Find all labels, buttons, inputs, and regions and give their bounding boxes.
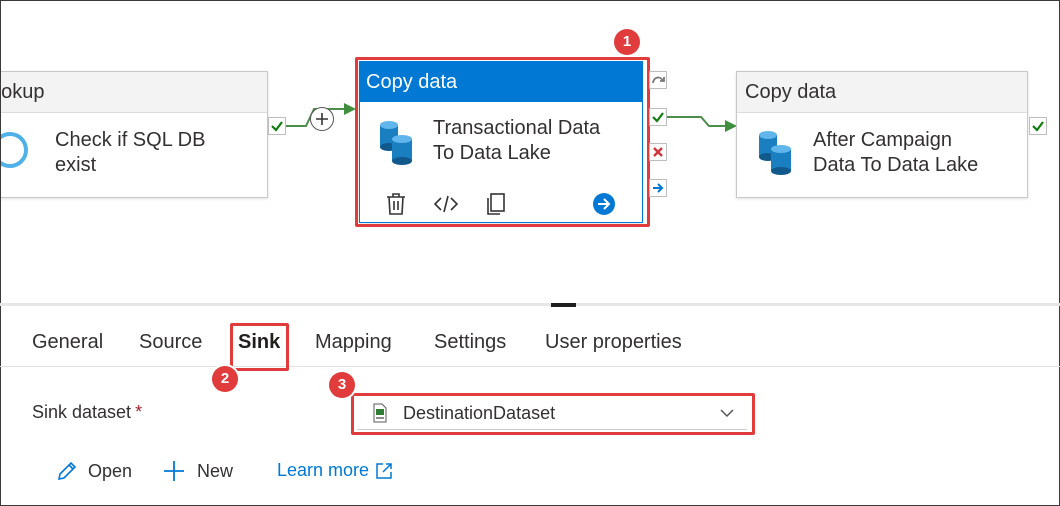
- copy1-skip-port[interactable]: [649, 71, 667, 89]
- connector-copy1-copy2: [667, 116, 737, 132]
- callout-badge-1: 1: [614, 29, 640, 55]
- panel-splitter[interactable]: [0, 303, 1060, 306]
- learn-more-link[interactable]: Learn more: [277, 460, 393, 481]
- sink-dataset-label: Sink dataset *: [32, 402, 143, 422]
- tab-general[interactable]: General: [32, 331, 103, 354]
- copy-database-icon: [755, 130, 797, 181]
- new-button[interactable]: New: [163, 460, 233, 482]
- tab-settings[interactable]: Settings: [434, 331, 506, 354]
- pencil-icon: [56, 460, 78, 482]
- copy-data-activity-2[interactable]: Copy data After Campaign Data To Data La…: [736, 71, 1028, 198]
- splitter-grip[interactable]: [551, 303, 576, 307]
- tabs-divider: [0, 366, 1060, 367]
- tab-mapping[interactable]: Mapping: [315, 331, 392, 354]
- copy-activity-2-title: Copy data: [737, 72, 1027, 113]
- copy1-success-port[interactable]: [649, 108, 667, 126]
- highlight-box-dataset: [351, 393, 755, 435]
- tab-source[interactable]: Source: [139, 331, 202, 354]
- lookup-success-port[interactable]: [268, 117, 286, 135]
- lookup-activity-title: ookup: [1, 72, 267, 113]
- copy-activity-2-name-line1: After Campaign: [813, 129, 952, 151]
- pipeline-canvas[interactable]: ookup Check if SQL DB exist Copy data: [1, 1, 1059, 303]
- copy1-completion-port[interactable]: [649, 179, 667, 197]
- callout-badge-3: 3: [329, 372, 355, 398]
- open-label: Open: [88, 460, 133, 481]
- callout-badge-2: 2: [212, 366, 238, 392]
- copy1-failure-port[interactable]: [649, 143, 667, 161]
- copy-activity-2-name-line2: Data To Data Lake: [813, 154, 979, 176]
- lookup-activity-name-line1: Check if SQL DB: [55, 129, 206, 151]
- required-marker: *: [135, 402, 143, 422]
- add-activity-icon[interactable]: [310, 107, 334, 131]
- tab-user-properties[interactable]: User properties: [545, 331, 682, 354]
- external-link-icon: [375, 462, 393, 480]
- highlight-box-activity: [355, 57, 650, 227]
- learn-more-label: Learn more: [277, 460, 370, 480]
- new-label: New: [197, 460, 234, 481]
- lookup-magnifier-icon: [1, 130, 34, 181]
- copy2-success-port[interactable]: [1029, 117, 1047, 135]
- open-button[interactable]: Open: [56, 460, 132, 482]
- lookup-activity[interactable]: ookup Check if SQL DB exist: [1, 71, 268, 198]
- lookup-activity-name-line2: exist: [55, 154, 97, 176]
- highlight-box-sink-tab: [230, 323, 289, 371]
- plus-icon: [163, 460, 185, 482]
